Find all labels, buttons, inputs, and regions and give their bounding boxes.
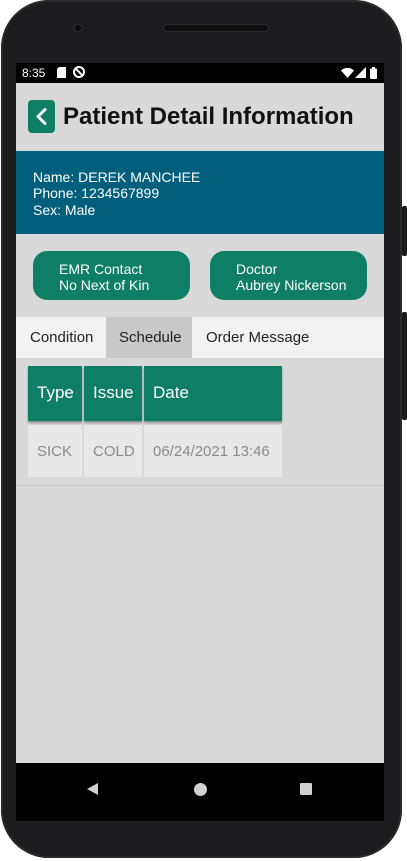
patient-name: Name: DEREK MANCHEE	[33, 169, 201, 185]
doctor-button[interactable]: Doctor Aubrey Nickerson	[210, 251, 367, 300]
column-header-date-label: Date	[153, 383, 189, 402]
tab-bar: Condition Schedule Order Message	[16, 317, 384, 358]
tab-condition[interactable]: Condition	[16, 317, 106, 358]
emr-contact-value: No Next of Kin	[59, 277, 150, 293]
doctor-label: Doctor	[236, 261, 278, 277]
table-divider	[16, 485, 384, 486]
table-cell-date[interactable]: 06/24/2021 13:46	[144, 425, 282, 477]
earpiece-speaker	[163, 24, 269, 32]
tab-condition-label: Condition	[30, 329, 94, 346]
status-bar: 8:35	[16, 63, 384, 83]
tab-schedule[interactable]: Schedule	[106, 317, 192, 358]
table-cell-date-value: 06/24/2021 13:46	[153, 443, 270, 460]
table-cell-type[interactable]: SICK	[28, 425, 82, 477]
nav-back-icon[interactable]	[87, 783, 98, 795]
nav-home-icon[interactable]	[194, 783, 207, 796]
status-time: 8:35	[22, 66, 46, 80]
patient-phone: Phone: 1234567899	[33, 185, 160, 201]
tab-order-message[interactable]: Order Message	[192, 317, 372, 358]
tab-schedule-label: Schedule	[119, 329, 182, 346]
column-header-type-label: Type	[37, 383, 74, 402]
back-chevron-icon	[36, 108, 47, 125]
emr-contact-label: EMR Contact	[59, 261, 143, 277]
tab-order-message-label: Order Message	[206, 329, 310, 346]
patient-info-panel: Name: DEREK MANCHEE Phone: 1234567899 Se…	[16, 151, 384, 234]
doctor-name: Aubrey Nickerson	[236, 277, 347, 293]
emr-contact-button[interactable]: EMR Contact No Next of Kin	[33, 251, 190, 300]
column-header-issue: Issue	[84, 366, 142, 421]
phone-frame: 8:35 Patient Detail Information Name: DE…	[1, 0, 407, 858]
sim-card-icon	[57, 67, 66, 81]
back-button[interactable]	[28, 100, 55, 133]
volume-button	[402, 312, 407, 420]
signal-icon	[355, 67, 366, 81]
power-button	[402, 206, 407, 256]
page-title: Patient Detail Information	[63, 103, 354, 130]
table-cell-issue[interactable]: COLD	[84, 425, 142, 477]
battery-icon	[370, 67, 377, 82]
do-not-disturb-icon	[73, 66, 85, 81]
system-nav-bar	[16, 763, 384, 821]
column-header-issue-label: Issue	[93, 383, 134, 402]
column-header-date: Date	[144, 366, 282, 421]
nav-recents-icon[interactable]	[300, 783, 312, 795]
app-screen: 8:35 Patient Detail Information Name: DE…	[16, 63, 384, 821]
table-cell-issue-value: COLD	[93, 443, 135, 460]
patient-sex: Sex: Male	[33, 202, 96, 218]
wifi-icon	[341, 67, 354, 81]
table-cell-type-value: SICK	[37, 443, 73, 460]
front-camera	[73, 23, 83, 33]
column-header-type: Type	[28, 366, 82, 421]
